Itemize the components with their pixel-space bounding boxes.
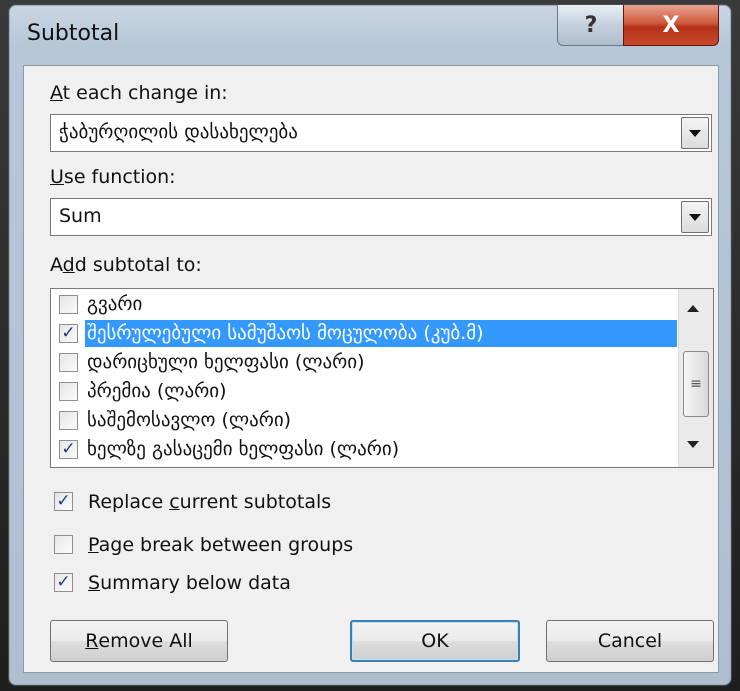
at-each-change-select[interactable]: ჭაბურღილის დასახელება bbox=[50, 114, 712, 152]
list-item-checkbox[interactable] bbox=[59, 353, 78, 372]
summary-below-data-checkbox[interactable]: ✓ bbox=[54, 573, 73, 592]
close-button[interactable]: X bbox=[623, 5, 719, 46]
close-icon: X bbox=[662, 12, 680, 38]
list-item[interactable]: ✓ ხელზე გასაცემი ხელფასი (ლარი) bbox=[51, 436, 671, 465]
list-item-checkbox[interactable] bbox=[59, 411, 78, 430]
use-function-label: Use function: bbox=[50, 166, 176, 188]
page-break-label: Page break between groups bbox=[88, 534, 354, 556]
add-subtotal-listbox[interactable]: გვარი ✓ შესრულებული სამუშაოს მოცულობა (კუბ… bbox=[50, 288, 714, 468]
listbox-scrollbar[interactable]: ≡ bbox=[678, 289, 713, 467]
check-icon: ✓ bbox=[56, 572, 71, 592]
window-title: Subtotal bbox=[27, 21, 120, 46]
check-icon: ✓ bbox=[56, 491, 71, 511]
list-item-label: დარიცხული ხელფასი (ლარი) bbox=[87, 351, 365, 373]
summary-below-data-label: Summary below data bbox=[88, 572, 291, 594]
list-item[interactable]: პრემია (ლარი) bbox=[51, 378, 671, 407]
list-item[interactable]: საშემოსავლო (ლარი) bbox=[51, 407, 671, 436]
at-each-change-label: At each change in: bbox=[50, 82, 228, 104]
chevron-down-icon bbox=[689, 129, 701, 137]
list-item-checkbox[interactable] bbox=[59, 382, 78, 401]
dialog-client-area: At each change in: ჭაბურღილის დასახელება… bbox=[23, 65, 719, 673]
cancel-button[interactable]: Cancel bbox=[546, 620, 714, 662]
page-break-checkbox[interactable] bbox=[54, 535, 73, 554]
subtotal-dialog: Subtotal ? X At each change in: ჭაბურღილ… bbox=[8, 4, 732, 686]
scroll-thumb[interactable]: ≡ bbox=[683, 351, 709, 417]
use-function-value: Sum bbox=[59, 205, 102, 227]
list-item-label: გვარი bbox=[87, 293, 143, 315]
remove-all-button[interactable]: Remove All bbox=[50, 620, 228, 662]
list-item-label: პრემია (ლარი) bbox=[87, 380, 227, 402]
list-item-checkbox[interactable]: ✓ bbox=[59, 324, 78, 343]
use-function-dropdown-button[interactable] bbox=[681, 201, 709, 233]
list-item-label: შესრულებული სამუშაოს მოცულობა (კუბ.მ) bbox=[85, 320, 677, 347]
list-item-checkbox[interactable] bbox=[59, 295, 78, 314]
at-each-change-dropdown-button[interactable] bbox=[681, 117, 709, 149]
check-icon: ✓ bbox=[61, 323, 76, 343]
scroll-up-icon[interactable] bbox=[687, 305, 699, 312]
list-item[interactable]: ✓ შესრულებული სამუშაოს მოცულობა (კუბ.მ) bbox=[51, 320, 677, 349]
list-item-label: ხელზე გასაცემი ხელფასი (ლარი) bbox=[87, 438, 400, 460]
help-icon: ? bbox=[584, 12, 598, 38]
chevron-down-icon bbox=[689, 213, 701, 221]
list-item-label: საშემოსავლო (ლარი) bbox=[87, 409, 292, 431]
at-each-change-value: ჭაბურღილის დასახელება bbox=[59, 121, 298, 143]
use-function-select[interactable]: Sum bbox=[50, 198, 712, 236]
help-button[interactable]: ? bbox=[557, 5, 625, 46]
replace-current-subtotals-checkbox[interactable]: ✓ bbox=[54, 492, 73, 511]
add-subtotal-label: Add subtotal to: bbox=[50, 254, 202, 276]
ok-button[interactable]: OK bbox=[350, 620, 520, 662]
replace-current-subtotals-label: Replace current subtotals bbox=[88, 491, 332, 513]
list-item[interactable]: გვარი bbox=[51, 291, 671, 320]
list-item-checkbox[interactable]: ✓ bbox=[59, 440, 78, 459]
title-bar: Subtotal ? X bbox=[9, 5, 731, 67]
scroll-down-icon[interactable] bbox=[687, 441, 699, 448]
list-item[interactable]: დარიცხული ხელფასი (ლარი) bbox=[51, 349, 671, 378]
check-icon: ✓ bbox=[61, 439, 76, 459]
